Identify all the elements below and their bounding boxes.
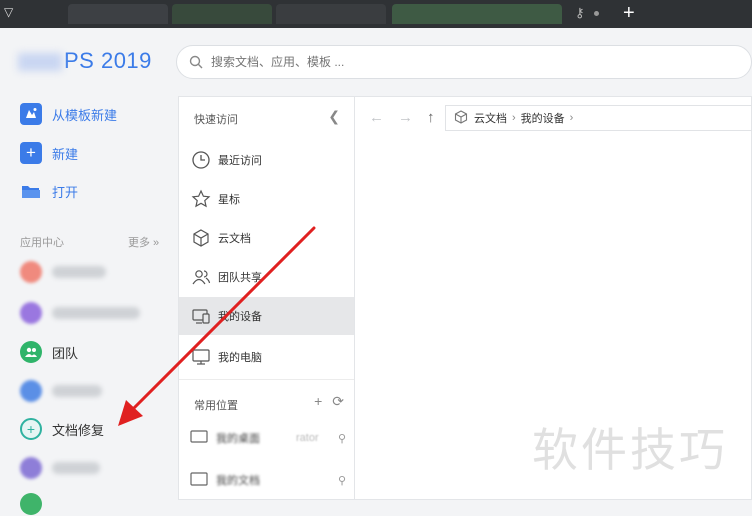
location-actions: + ⟳ [314,393,344,410]
app-icon [20,493,42,515]
nav-item-my-computer[interactable]: 我的电脑 [179,338,355,376]
chevron-right-icon: › [512,112,516,124]
nav-label: 我的设备 [218,311,262,323]
refresh-icon[interactable]: ⟳ [332,393,344,410]
history-controls: ← → ↑ [369,109,435,126]
team-share-icon [190,266,212,288]
menu-glyph[interactable]: ▽ [4,5,13,19]
title-bar: ▽ ⚷ + [0,0,752,28]
app-item-partial[interactable] [20,492,52,516]
template-icon [20,103,42,125]
nav-item-team-share[interactable]: 团队共享 [179,258,355,296]
status-dot-icon [594,11,599,16]
breadcrumb-item[interactable]: 我的设备 [521,110,565,126]
divider [179,379,355,380]
new-label: 新建 [52,146,79,162]
plus-icon: + [20,142,42,164]
new-from-template-button[interactable]: 从模板新建 [20,102,117,126]
navigation-panel: 快速访问 ❮ 最近访问 星标 云文档 团队共享 我的设备 我的电脑 常用位置 +… [178,96,355,500]
documents-icon [190,471,210,489]
app-logo: PS 2019 [18,48,152,74]
app-icon [20,302,42,324]
nav-item-starred[interactable]: 星标 [179,180,355,218]
nav-item-recent[interactable]: 最近访问 [179,141,355,179]
open-label: 打开 [52,184,79,200]
nav-item-my-devices[interactable]: 我的设备 [179,297,355,335]
clock-icon [190,149,212,171]
app-icon [20,261,42,283]
computer-icon [190,346,212,368]
watermark: 软件技巧 [532,423,728,477]
desktop-icon [190,429,210,447]
collapse-chevron-icon[interactable]: ❮ [328,108,340,125]
chevron-right-icon: › [569,112,574,124]
add-location-icon[interactable]: + [314,393,322,410]
team-label: 团队 [52,345,79,361]
app-center-label: 应用中心 [20,237,64,249]
nav-label: 云文档 [218,233,251,245]
breadcrumb-item[interactable]: 云文档 [474,110,507,126]
new-from-template-label: 从模板新建 [52,107,118,123]
nav-label: 我的电脑 [218,352,262,364]
forward-arrow-icon[interactable]: → [398,109,413,126]
logo-blur [18,53,62,72]
location-label: 我的文档 [216,475,260,487]
open-button[interactable]: 打开 [20,179,78,203]
breadcrumb[interactable]: 云文档 › 我的设备 › [445,105,752,131]
cube-icon [454,109,468,127]
folder-icon [20,180,42,202]
star-icon [190,188,212,210]
search-icon [187,53,205,71]
location-label: 我的桌面 [216,433,260,445]
doc-repair-icon: + [20,418,42,440]
search-input[interactable] [211,55,711,69]
more-link[interactable]: 更多 » [128,234,159,250]
blurred-label [52,385,102,397]
nav-label: 星标 [218,194,240,206]
key-icon[interactable]: ⚷ [575,5,585,21]
app-item-blurred[interactable] [20,260,106,284]
browser-tab[interactable] [276,4,386,24]
blurred-label [52,307,140,319]
app-item-blurred[interactable] [20,301,140,325]
app-item-team[interactable]: 团队 [20,340,78,364]
back-arrow-icon[interactable]: ← [369,109,384,126]
new-tab-button[interactable]: + [623,1,635,25]
search-box[interactable] [176,45,752,79]
browser-tab[interactable] [172,4,272,24]
app-item-blurred[interactable] [20,379,102,403]
app-icon [20,457,42,479]
pin-icon[interactable]: ⚲ [338,432,346,445]
logo-text: PS 2019 [64,48,152,73]
nav-item-cloud-docs[interactable]: 云文档 [179,219,355,257]
app-icon [20,380,42,402]
app-item-doc-repair[interactable]: + 文档修复 [20,417,104,441]
location-hint: rator [296,432,319,444]
device-icon [190,305,212,327]
nav-label: 团队共享 [218,272,262,284]
pin-icon[interactable]: ⚲ [338,474,346,487]
quick-access-label: 快速访问 [194,114,238,126]
location-item-documents[interactable]: 我的文档 ⚲ [190,465,350,495]
blurred-label [52,462,100,474]
blurred-label [52,266,106,278]
team-icon [20,341,42,363]
browser-tab[interactable] [392,4,562,24]
new-button[interactable]: + 新建 [20,141,78,165]
location-item-desktop[interactable]: 我的桌面 rator ⚲ [190,423,350,453]
up-arrow-icon[interactable]: ↑ [427,109,435,126]
browser-tab[interactable] [68,4,168,24]
app-item-blurred[interactable] [20,456,100,480]
doc-repair-label: 文档修复 [52,422,105,438]
nav-label: 最近访问 [218,155,262,167]
common-locations-label: 常用位置 [194,400,238,412]
cloud-doc-icon [190,227,212,249]
